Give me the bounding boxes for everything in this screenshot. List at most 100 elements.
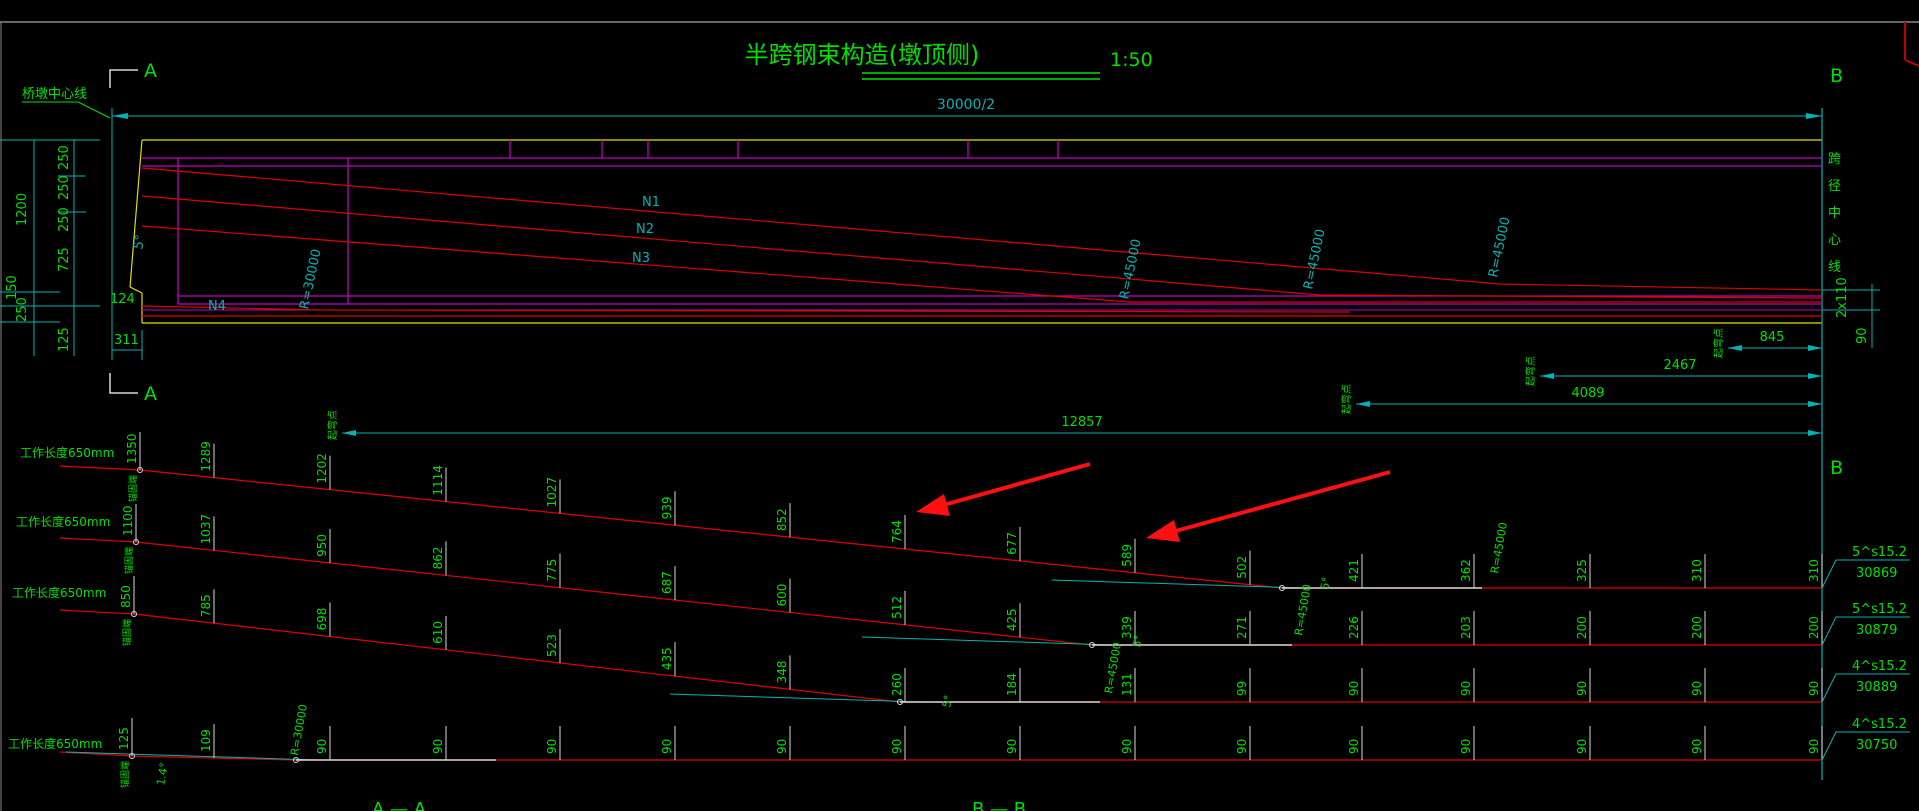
radius-label: R=30000 (297, 248, 324, 311)
cad-drawing: 半跨钢束构造(墩顶侧) 1:50 A A B B 桥墩中心线 跨 径 中 心 线… (0, 21, 1919, 811)
ordinate-value: 523 (545, 634, 559, 657)
ordinate-value: 950 (315, 534, 329, 557)
tangent-line (669, 693, 921, 703)
ordinate-value: 348 (775, 660, 789, 683)
bend-dim: 4089 (1571, 386, 1604, 401)
ordinate-value: 226 (1347, 616, 1361, 639)
bend-point-label: 起弯点 (1340, 384, 1353, 414)
ordinate-value: 271 (1235, 616, 1249, 639)
section-mark-a-top: A (144, 60, 157, 82)
bend-angle-label: 5° (940, 694, 955, 709)
strand-spec: 4^s15.2 (1852, 659, 1907, 674)
ordinate-value: 862 (431, 546, 445, 569)
work-length-label: 工作长度650mm (12, 585, 106, 600)
radius-label: R=45000 (1486, 216, 1513, 279)
ordinate-value: 90 (1690, 681, 1704, 696)
right-dim-2x110: 2x110 (1835, 277, 1850, 318)
ordinate-value: 1100 (121, 505, 135, 536)
ordinate-value: 109 (199, 729, 213, 752)
tangent-line (861, 636, 1113, 646)
ordinate-value: 687 (660, 571, 674, 594)
ordinate-value: 90 (660, 739, 674, 754)
left-dim-250: 250 (57, 207, 72, 232)
strand-spec: 5^s15.2 (1852, 545, 1907, 560)
bend-point-label: 起弯点 (1712, 328, 1725, 358)
bend-point-label: 起弯点 (326, 410, 339, 440)
annotation-arrow (916, 462, 1391, 542)
ordinate-value: 1202 (315, 453, 329, 484)
ordinate-value: 425 (1005, 608, 1019, 631)
pier-centerline-label: 桥墩中心线 (22, 87, 87, 102)
tendon-name-n2: N2 (636, 222, 654, 237)
ordinate-value: 850 (119, 585, 133, 608)
bend-angle-label: 1.4° (154, 762, 171, 787)
ordinate-value: 90 (1459, 739, 1473, 754)
left-dim-725: 725 (57, 247, 72, 272)
ordinate-value: 260 (890, 673, 904, 696)
ordinate-value: 589 (1120, 544, 1134, 567)
tendon-length: 30889 (1856, 680, 1897, 695)
section-label-bb: B — B (972, 799, 1026, 811)
ordinate-value: 203 (1459, 616, 1473, 639)
radius-label: R=45000 (1292, 583, 1314, 636)
tangent-line (1051, 579, 1303, 589)
ordinate-value: 90 (315, 739, 329, 754)
ordinate-value: 421 (1347, 559, 1361, 582)
ordinate-value: 1027 (545, 477, 559, 508)
anchor-end-label: 锚固端 (123, 547, 135, 574)
ordinate-value: 90 (1807, 681, 1821, 696)
ordinate-value: 90 (1347, 739, 1361, 754)
tendon-length: 30750 (1856, 738, 1897, 753)
ordinate-value: 90 (1690, 739, 1704, 754)
work-length-label: 工作长度650mm (16, 514, 110, 529)
ordinate-value: 1114 (431, 465, 445, 496)
left-dim-250: 250 (15, 297, 30, 322)
ordinate-value: 90 (1575, 681, 1589, 696)
svg-text:径: 径 (1828, 179, 1841, 194)
section-mark-b-mid: B (1830, 457, 1843, 479)
ordinate-value: 600 (775, 584, 789, 607)
ordinate-value: 775 (545, 559, 559, 582)
ordinate-value: 610 (431, 621, 445, 644)
strand-spec: 5^s15.2 (1852, 602, 1907, 617)
svg-text:心: 心 (1828, 233, 1841, 248)
strand-spec: 4^s15.2 (1852, 717, 1907, 732)
section-mark-b-top: B (1830, 65, 1843, 87)
bend-dim: 845 (1760, 330, 1785, 345)
ordinate-value: 90 (1120, 739, 1134, 754)
anchor-end-label: 锚固端 (119, 761, 131, 788)
overall-length-dim: 30000/2 (937, 97, 995, 113)
left-dim-125: 125 (57, 327, 72, 352)
right-dim-90: 90 (1855, 327, 1870, 344)
ordinate-value: 1350 (125, 433, 139, 464)
ordinate-value: 1037 (199, 514, 213, 545)
ordinate-value: 90 (1807, 739, 1821, 754)
tangent-line (65, 751, 317, 761)
left-dim-250: 250 (57, 145, 72, 170)
work-length-label: 工作长度650mm (20, 445, 114, 460)
ordinate-value: 200 (1807, 616, 1821, 639)
anchor-end-label: 锚固端 (121, 619, 133, 646)
ordinate-value: 99 (1235, 681, 1249, 696)
ordinate-value: 852 (775, 508, 789, 531)
ordinate-value: 90 (1235, 739, 1249, 754)
bend-angle-label: 5° (131, 234, 148, 251)
ordinate-value: 512 (890, 596, 904, 619)
ordinate-value: 502 (1235, 556, 1249, 579)
svg-text:跨: 跨 (1828, 152, 1841, 167)
tendon-name-n3: N3 (632, 251, 650, 266)
ordinate-value: 90 (1459, 681, 1473, 696)
ordinate-value: 90 (1347, 681, 1361, 696)
drawing-title: 半跨钢束构造(墩顶侧) (745, 41, 980, 69)
title-scale: 1:50 (1110, 49, 1153, 71)
left-dim-311: 311 (114, 333, 139, 348)
left-dim-250: 250 (57, 175, 72, 200)
span-center-label: 跨 径 中 心 线 (1828, 152, 1841, 275)
ordinate-value: 125 (117, 727, 131, 750)
section-label-aa: A — A (372, 799, 427, 811)
ordinate-value: 90 (775, 739, 789, 754)
radius-label: R=45000 (1301, 228, 1328, 291)
section-mark-a-bottom: A (144, 383, 157, 405)
svg-text:中: 中 (1828, 206, 1841, 221)
bend-dim: 2467 (1663, 358, 1696, 373)
